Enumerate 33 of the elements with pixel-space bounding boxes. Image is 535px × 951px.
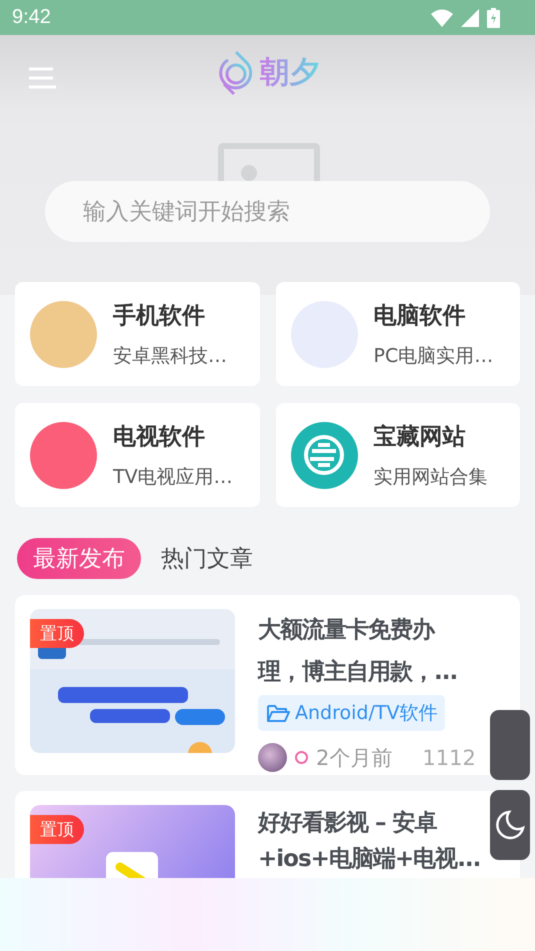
post-title[interactable]: 好好看影视 – 安卓 +ios+电脑端+电视... xyxy=(258,805,480,877)
post-card[interactable]: 置顶 大额流量卡免费办 理，博主自用款，... Android/TV软件 2个月前 1112 xyxy=(15,595,520,775)
post-time: 2个月前 xyxy=(316,744,392,772)
category-card[interactable]: 电视软件 TV电视应用… xyxy=(15,403,260,507)
category-subtitle: 实用网站合集 xyxy=(374,464,488,490)
author-avatar xyxy=(258,743,287,772)
back-to-top-button[interactable] xyxy=(490,710,530,780)
image-placeholder-icon xyxy=(218,143,320,181)
battery-icon xyxy=(487,8,500,28)
category-subtitle: PC电脑实用… xyxy=(374,344,494,368)
category-title: 手机软件 xyxy=(113,302,206,330)
tab[interactable]: 热门文章 xyxy=(161,538,269,579)
category-title: 电脑软件 xyxy=(374,302,466,330)
moon-icon xyxy=(495,810,525,840)
dot-icon xyxy=(295,751,308,764)
view-count: 1112 xyxy=(422,746,476,770)
pinned-badge: 置顶 xyxy=(30,619,84,648)
post-card[interactable]: 置顶 好好看影视 – 安卓 +ios+电脑端+电视... xyxy=(15,791,520,879)
post-title[interactable]: 大额流量卡免费办 理，博主自用款，... xyxy=(258,609,458,693)
category-card[interactable]: 电脑软件 PC电脑实用… xyxy=(276,282,520,386)
category-card[interactable]: 宝藏网站 实用网站合集 xyxy=(276,403,520,507)
pinned-badge: 置顶 xyxy=(30,815,84,844)
search-field[interactable]: 输入关键词开始搜索 xyxy=(45,181,490,242)
folder-icon xyxy=(266,703,290,723)
category-title: 电视软件 xyxy=(113,422,206,452)
category-card[interactable]: 手机软件 安卓黑科技… xyxy=(15,282,260,386)
status-time: 9:42 xyxy=(12,6,51,29)
wifi-icon xyxy=(431,8,453,26)
category-subtitle: TV电视应用… xyxy=(113,464,233,490)
signal-icon xyxy=(461,8,479,26)
dark-mode-button[interactable] xyxy=(490,790,530,860)
category-subtitle: 安卓黑科技… xyxy=(113,344,227,368)
category-title: 宝藏网站 xyxy=(374,422,466,452)
